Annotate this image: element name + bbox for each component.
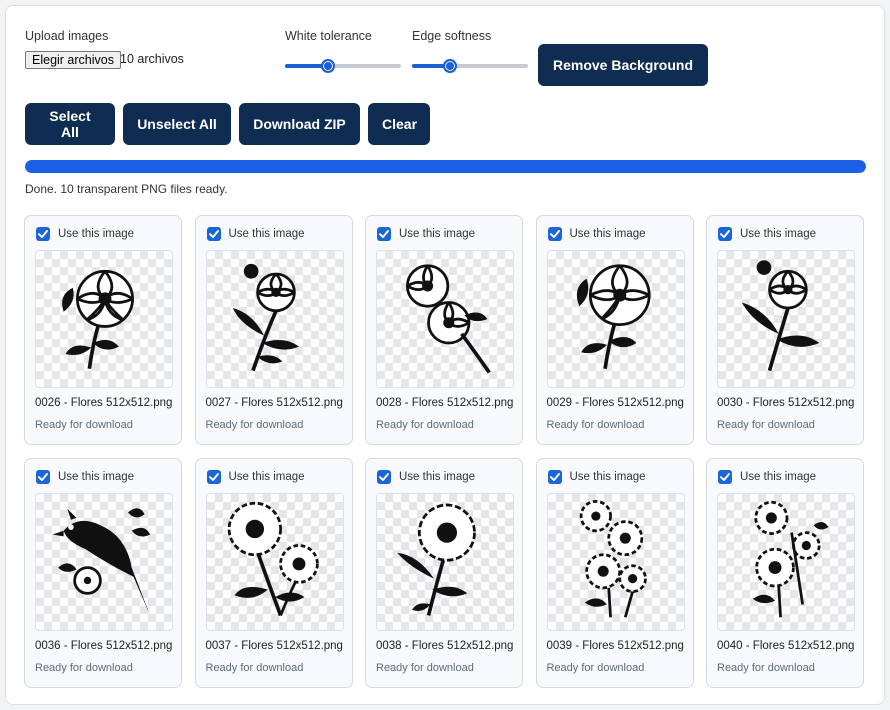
use-image-label[interactable]: Use this image (58, 471, 134, 483)
file-name: 0026 - Flores 512x512.png (35, 397, 173, 409)
use-image-checkbox[interactable] (547, 470, 562, 484)
image-thumbnail (717, 250, 855, 388)
card-status: Ready for download (35, 662, 133, 674)
file-name: 0028 - Flores 512x512.png (376, 397, 514, 409)
daisy-bouquet-drawing-icon (752, 500, 829, 618)
flower-drawing-icon (576, 264, 651, 370)
use-image-checkbox[interactable] (36, 227, 50, 241)
unselect-all-button[interactable]: Unselect All (123, 103, 231, 145)
use-image-label[interactable]: Use this image (740, 471, 816, 483)
clear-button[interactable]: Clear (368, 103, 430, 145)
select-all-button[interactable]: Select All (25, 103, 115, 145)
card-status: Ready for download (717, 419, 815, 431)
checkmark-icon (549, 230, 560, 238)
use-image-checkbox[interactable] (718, 227, 732, 241)
image-thumbnail (35, 493, 173, 631)
use-image-label[interactable]: Use this image (229, 471, 305, 483)
image-thumbnail (376, 493, 514, 631)
daisy-bouquet-drawing-icon (579, 499, 647, 618)
remove-background-button[interactable]: Remove Background (538, 44, 708, 86)
image-card: Use this image 0028 - Flores 512x512.png R… (365, 215, 523, 445)
flower-stem-drawing-icon (741, 260, 820, 372)
daisy-drawing-icon (397, 503, 476, 616)
white-tolerance-label: White tolerance (285, 29, 372, 43)
use-image-label[interactable]: Use this image (399, 471, 475, 483)
download-zip-button[interactable]: Download ZIP (239, 103, 360, 145)
card-status: Ready for download (205, 662, 304, 674)
image-card: Use this image 0038 - Flores 512x512.png R… (365, 458, 523, 688)
file-name: 0037 - Flores 512x512.png (205, 640, 343, 652)
use-image-label[interactable]: Use this image (58, 228, 134, 240)
use-image-label[interactable]: Use this image (570, 228, 646, 240)
card-status: Ready for download (376, 662, 474, 674)
image-thumbnail (546, 250, 685, 388)
card-status: Ready for download (546, 419, 645, 431)
image-card: Use this image 0027 - Flores 512x512.png R… (194, 215, 353, 445)
status-text: Done. 10 transparent PNG files ready. (25, 182, 228, 196)
flower-pair-drawing-icon (405, 264, 491, 374)
image-thumbnail (205, 493, 344, 631)
file-name: 0040 - Flores 512x512.png (717, 640, 855, 652)
image-thumbnail (717, 493, 855, 631)
card-status: Ready for download (546, 662, 645, 674)
file-name: 0039 - Flores 512x512.png (546, 640, 684, 652)
checkmark-icon (208, 473, 219, 481)
checkmark-icon (549, 473, 560, 481)
white-tolerance-slider[interactable] (285, 58, 401, 74)
card-status: Ready for download (205, 419, 304, 431)
use-image-checkbox[interactable] (377, 470, 391, 484)
use-image-checkbox[interactable] (206, 470, 221, 484)
checkmark-icon (720, 230, 730, 238)
checkmark-icon (720, 473, 730, 481)
checkmark-icon (379, 230, 389, 238)
slider-thumb[interactable] (320, 59, 335, 73)
file-name: 0027 - Flores 512x512.png (205, 397, 343, 409)
use-image-label[interactable]: Use this image (399, 228, 475, 240)
use-image-checkbox[interactable] (206, 227, 221, 241)
sunflower-drawing-icon (227, 501, 319, 617)
image-card: Use this image 0036 - Flores 512x512.png R… (24, 458, 182, 688)
image-thumbnail (546, 493, 685, 631)
slider-thumb[interactable] (442, 59, 457, 73)
image-card: Use this image 0030 - Flores 512x512.png R… (706, 215, 864, 445)
file-name: 0038 - Flores 512x512.png (376, 640, 514, 652)
image-card: Use this image 0037 - Flores 512x512.png R… (194, 458, 353, 688)
file-count: 10 archivos (120, 52, 184, 66)
use-image-checkbox[interactable] (547, 227, 562, 241)
edge-softness-slider[interactable] (412, 58, 528, 74)
file-name: 0029 - Flores 512x512.png (546, 397, 684, 409)
use-image-checkbox[interactable] (36, 470, 50, 484)
image-card: Use this image 0039 - Flores 512x512.png R… (535, 458, 694, 688)
image-card: Use this image 0026 - Flores 512x512.png R… (24, 215, 182, 445)
checkmark-icon (38, 473, 48, 481)
use-image-checkbox[interactable] (377, 227, 391, 241)
image-card: Use this image 0040 - Flores 512x512.png R… (706, 458, 864, 688)
checkmark-icon (38, 230, 48, 238)
card-status: Ready for download (376, 419, 474, 431)
file-name: 0036 - Flores 512x512.png (35, 640, 173, 652)
image-thumbnail (376, 250, 514, 388)
bird-flower-drawing-icon (52, 508, 151, 616)
checkmark-icon (379, 473, 389, 481)
flower-drawing-icon (62, 269, 134, 370)
choose-files-button[interactable]: Elegir archivos (25, 51, 121, 69)
file-name: 0030 - Flores 512x512.png (717, 397, 855, 409)
progress-fill (25, 160, 866, 173)
use-image-label[interactable]: Use this image (740, 228, 816, 240)
card-status: Ready for download (717, 662, 815, 674)
main-panel: Upload images Elegir archivos 10 archivo… (5, 5, 885, 705)
flower-stem-drawing-icon (232, 263, 299, 372)
use-image-label[interactable]: Use this image (229, 228, 305, 240)
image-card: Use this image 0029 - Flores 512x512.png R… (535, 215, 694, 445)
edge-softness-label: Edge softness (412, 29, 492, 43)
use-image-label[interactable]: Use this image (570, 471, 646, 483)
image-thumbnail (35, 250, 173, 388)
checkmark-icon (208, 230, 219, 238)
progress-bar (25, 160, 866, 173)
image-thumbnail (205, 250, 344, 388)
upload-label: Upload images (25, 29, 109, 43)
card-status: Ready for download (35, 419, 133, 431)
use-image-checkbox[interactable] (718, 470, 732, 484)
